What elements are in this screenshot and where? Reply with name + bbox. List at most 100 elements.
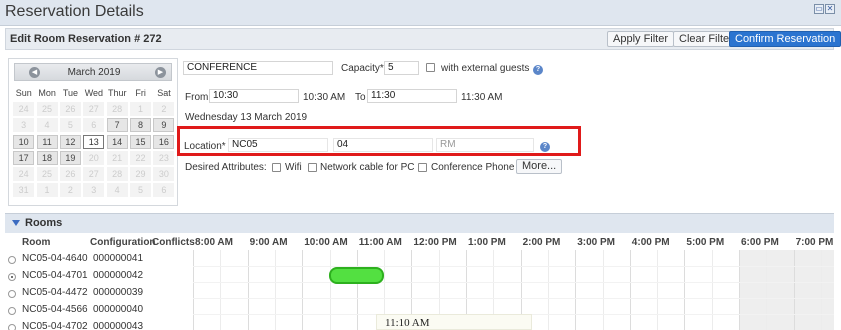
calendar-day[interactable]: 8 — [130, 118, 152, 133]
calendar-day[interactable]: 18 — [36, 150, 58, 165]
hour-header: 10:00 AM — [304, 237, 348, 248]
room-radio[interactable] — [8, 290, 16, 298]
from-time-input[interactable]: 10:30 — [209, 89, 299, 103]
minimize-icon[interactable]: ▭ — [814, 4, 824, 14]
calendar-week: 24 25 26 27 28 29 30 — [12, 166, 176, 182]
more-attributes-button[interactable]: More... — [516, 159, 563, 174]
calendar-day[interactable]: 10 — [13, 134, 35, 149]
capacity-input[interactable]: 5 — [384, 61, 419, 75]
calendar-week: 3456789 — [12, 117, 176, 133]
close-icon[interactable]: ✕ — [825, 4, 835, 14]
room-radio[interactable] — [8, 256, 16, 264]
calendar-grid: Sun Mon Tue Wed Thur Fri Sat 24 25 26 27 28 1 2 3 4 5 6 7 8… — [12, 86, 176, 199]
room-name: NC05-04-4702 — [22, 321, 88, 330]
row-divider — [193, 266, 834, 267]
window-title: Reservation Details — [5, 3, 144, 20]
after-hours-shade — [739, 250, 834, 330]
calendar-day: 27 — [83, 102, 105, 116]
calendar-day: 26 — [59, 102, 81, 116]
weekday-label: Wed — [84, 88, 104, 98]
calendar-day: 30 — [153, 167, 175, 182]
room-radio[interactable] — [8, 273, 16, 281]
grid-line — [547, 250, 549, 330]
location-room-input[interactable]: RM — [436, 138, 534, 152]
wifi-checkbox[interactable] — [272, 163, 281, 172]
calendar-day: 25 — [36, 167, 58, 182]
reservation-bar[interactable] — [329, 267, 384, 284]
room-radio[interactable] — [8, 307, 16, 315]
grid-line — [329, 250, 331, 330]
calendar-day[interactable]: 17 — [13, 150, 35, 165]
to-time-input[interactable]: 11:30 — [367, 89, 457, 103]
grid-line — [657, 250, 659, 330]
weekday-label: Tue — [62, 88, 79, 98]
column-header-room[interactable]: Room — [22, 237, 50, 248]
grid-line — [220, 250, 222, 330]
conference-phone-checkbox[interactable] — [418, 163, 427, 172]
calendar-day[interactable]: 19 — [59, 150, 81, 165]
confirm-reservation-button[interactable]: Confirm Reservation — [729, 31, 841, 47]
grid-line — [711, 250, 713, 330]
capacity-label: Capacity* — [341, 63, 384, 74]
collapse-triangle-icon[interactable] — [12, 220, 20, 226]
column-header-conflicts[interactable]: Conflicts — [152, 237, 195, 248]
calendar-day: 23 — [153, 150, 175, 165]
calendar-day[interactable]: 14 — [106, 134, 128, 149]
calendar-day-selected[interactable]: 13 — [83, 134, 105, 149]
row-divider — [193, 298, 834, 299]
calendar-day: 5 — [59, 118, 81, 133]
hour-header: 7:00 PM — [795, 237, 834, 248]
info-icon[interactable]: ? — [533, 65, 543, 75]
location-floor-input[interactable]: 04 — [333, 138, 433, 152]
location-info-icon[interactable]: ? — [540, 142, 550, 152]
calendar-week: 24 25 26 27 28 1 2 — [12, 101, 176, 117]
room-name: NC05-04-4640 — [22, 253, 88, 264]
weekday-label: Thur — [108, 88, 127, 98]
hour-header: 11:00 AM — [358, 237, 402, 248]
calendar-day: 24 — [13, 102, 35, 116]
hour-header: 9:00 AM — [249, 237, 288, 248]
calendar-day[interactable]: 9 — [153, 118, 175, 133]
calendar-week: 10 11 12 13 14 15 16 — [12, 134, 176, 150]
grid-line — [793, 250, 795, 330]
calendar-day[interactable]: 16 — [153, 134, 175, 149]
calendar-day: 6 — [83, 118, 105, 133]
calendar-day: 4 — [106, 183, 128, 198]
calendar-day: 4 — [36, 118, 58, 133]
rooms-section-title: Rooms — [25, 217, 63, 229]
calendar-day: 1 — [36, 183, 58, 198]
column-header-configuration[interactable]: Configuration — [90, 237, 156, 248]
room-configuration: 000000041 — [93, 253, 144, 264]
calendar-day: 3 — [13, 118, 35, 133]
desired-attributes-label: Desired Attributes: — [185, 162, 267, 173]
network-cable-checkbox[interactable] — [308, 163, 317, 172]
calendar-day[interactable]: 11 — [36, 134, 58, 149]
room-radio[interactable] — [8, 324, 16, 330]
calendar-day: 2 — [153, 102, 175, 116]
external-guests-checkbox[interactable] — [426, 63, 435, 72]
calendar-month: March 2019 — [67, 67, 121, 78]
apply-filter-button[interactable]: Apply Filter — [607, 31, 675, 47]
reservation-name-input[interactable]: CONFERENCE — [183, 61, 333, 75]
row-divider — [193, 282, 834, 283]
grid-line — [766, 250, 768, 330]
calendar-day: 31 — [13, 183, 35, 198]
window-titlebar: Reservation Details ▭ ✕ — [0, 0, 841, 26]
grid-line — [356, 250, 358, 330]
calendar-weekday-row: Sun Mon Tue Wed Thur Fri Sat — [12, 86, 176, 101]
hour-header: 5:00 PM — [686, 237, 725, 248]
grid-line — [739, 250, 740, 330]
weekday-label: Sun — [15, 88, 32, 98]
location-building-input[interactable]: NC05 — [228, 138, 328, 152]
calendar-day: 1 — [130, 102, 152, 116]
grid-line — [602, 250, 604, 330]
hour-header: 1:00 PM — [468, 237, 506, 248]
calendar-day: 24 — [13, 167, 35, 182]
next-month-icon[interactable]: ▶ — [155, 67, 166, 78]
calendar-day[interactable]: 12 — [59, 134, 81, 149]
calendar-day[interactable]: 15 — [130, 134, 152, 149]
page-title: Edit Room Reservation # 272 — [10, 33, 162, 45]
rooms-section-header[interactable]: Rooms — [5, 213, 834, 233]
location-label: Location* — [184, 141, 226, 152]
calendar-day[interactable]: 7 — [106, 118, 128, 133]
